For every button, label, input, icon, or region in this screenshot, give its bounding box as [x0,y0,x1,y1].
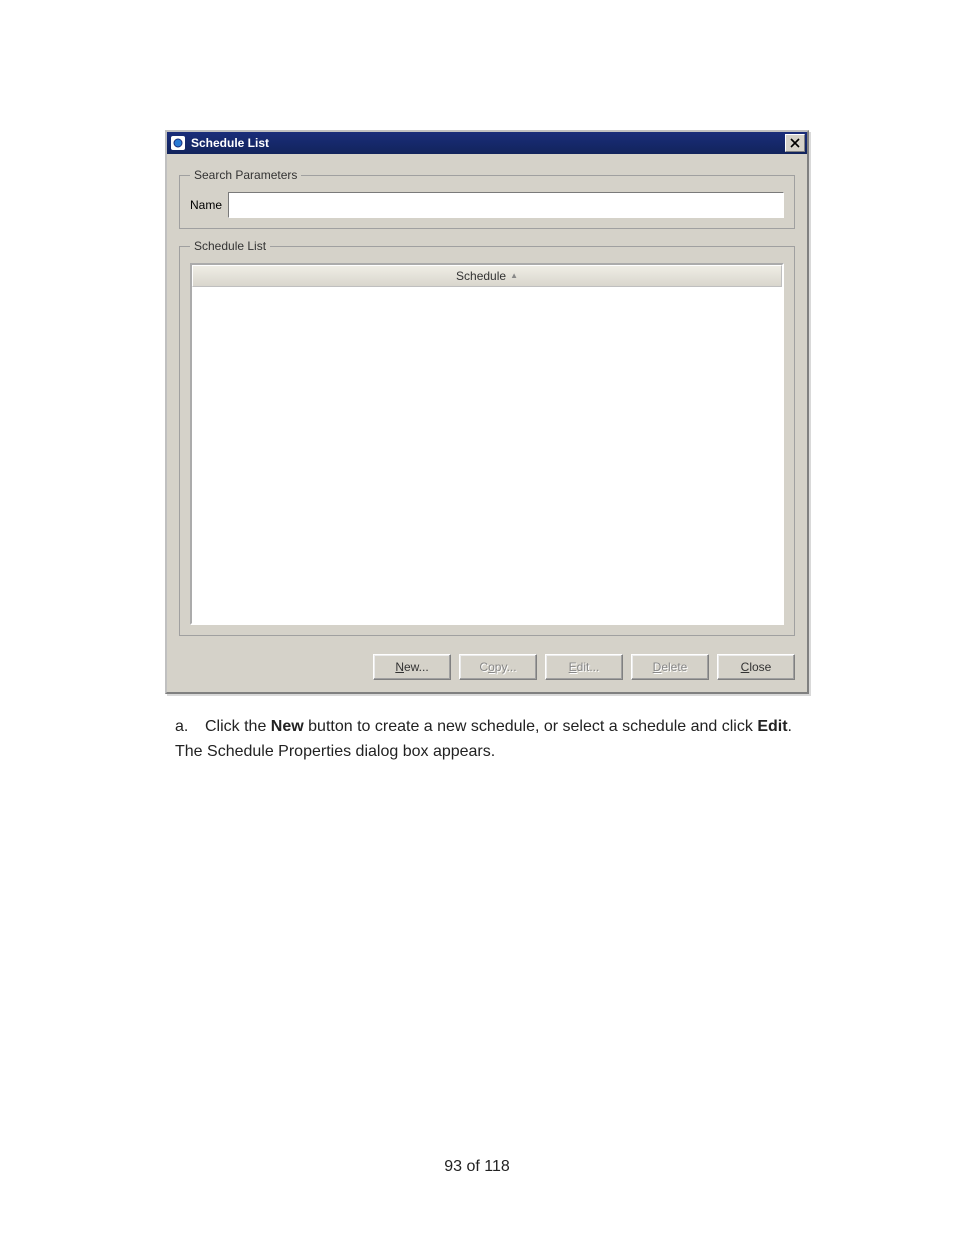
name-input[interactable] [228,192,784,218]
instruction-mid: button to create a new schedule, or sele… [304,718,758,735]
dialog-title: Schedule List [191,136,269,150]
instruction-text: a.Click the New button to create a new s… [175,715,805,765]
app-icon [171,136,185,150]
instruction-bold-edit: Edit [757,718,787,735]
schedule-column-header[interactable]: Schedule ▲ [192,265,782,287]
list-marker: a. [175,715,205,740]
close-button[interactable]: Close [717,654,795,680]
column-header-label: Schedule [456,269,506,283]
schedule-list-legend: Schedule List [190,239,270,253]
dialog-titlebar[interactable]: Schedule List [167,132,807,154]
dialog-client-area: Search Parameters Name Schedule List Sch… [167,154,807,692]
instruction-bold-new: New [271,718,304,735]
schedule-list-group: Schedule List Schedule ▲ [179,239,795,636]
close-icon[interactable] [785,134,805,152]
schedule-table[interactable]: Schedule ▲ [190,263,784,625]
name-label: Name [190,198,222,212]
new-button-rest: ew... [404,660,429,674]
dialog-button-row: New... Copy... Edit... Delete Close [179,646,795,680]
search-parameters-legend: Search Parameters [190,168,301,182]
new-button[interactable]: New... [373,654,451,680]
edit-button[interactable]: Edit... [545,654,623,680]
copy-button[interactable]: Copy... [459,654,537,680]
instruction-pre: Click the [205,718,271,735]
page-number: 93 of 118 [0,1158,954,1176]
sort-ascending-icon: ▲ [510,271,518,280]
search-parameters-group: Search Parameters Name [179,168,795,229]
schedule-list-dialog: Schedule List Search Parameters Name Sch… [165,130,809,694]
delete-button[interactable]: Delete [631,654,709,680]
